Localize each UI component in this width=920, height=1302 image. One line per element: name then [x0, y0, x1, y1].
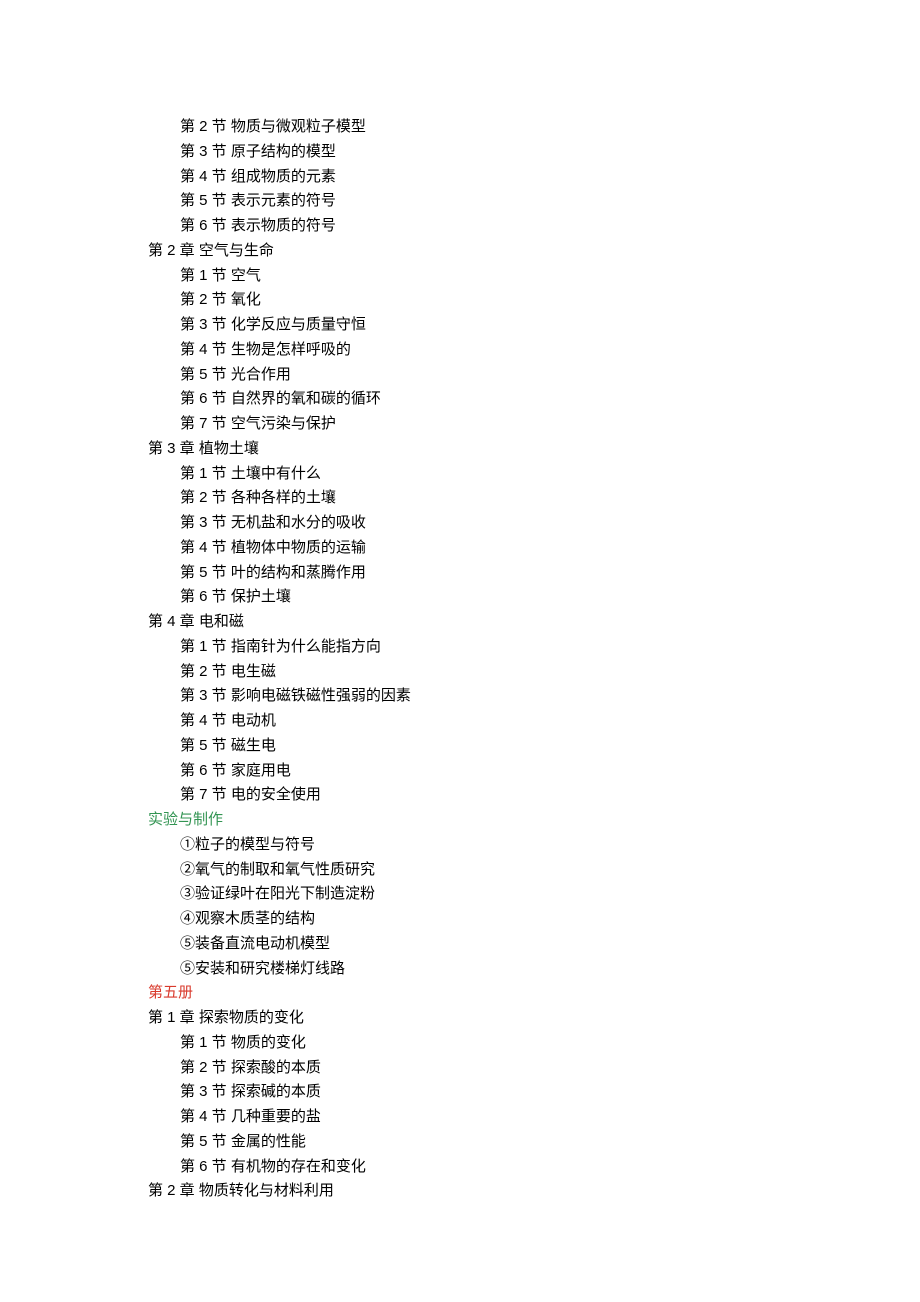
section-item: 第 6 节 自然界的氧和碳的循环 — [180, 387, 920, 412]
section-item: 第 6 节 表示物质的符号 — [180, 214, 920, 239]
section-item: 第 3 节 探索碱的本质 — [180, 1080, 920, 1105]
section-item: 第 5 节 表示元素的符号 — [180, 189, 920, 214]
section-item: 第 1 节 空气 — [180, 264, 920, 289]
chapter-title: 第 1 章 探索物质的变化 — [148, 1006, 920, 1031]
experiment-item: ④观察木质茎的结构 — [180, 907, 920, 932]
document-content: 第 2 节 物质与微观粒子模型 第 3 节 原子结构的模型 第 4 节 组成物质… — [148, 115, 920, 1204]
section-item: 第 4 节 植物体中物质的运输 — [180, 536, 920, 561]
experiment-item: ①粒子的模型与符号 — [180, 833, 920, 858]
section-item: 第 2 节 探索酸的本质 — [180, 1056, 920, 1081]
experiments-header: 实验与制作 — [148, 808, 920, 833]
section-item: 第 2 节 氧化 — [180, 288, 920, 313]
section-item: 第 4 节 电动机 — [180, 709, 920, 734]
section-item: 第 7 节 电的安全使用 — [180, 783, 920, 808]
experiment-item: ③验证绿叶在阳光下制造淀粉 — [180, 882, 920, 907]
section-item: 第 7 节 空气污染与保护 — [180, 412, 920, 437]
volume-header: 第五册 — [148, 981, 920, 1006]
section-item: 第 5 节 磁生电 — [180, 734, 920, 759]
section-item: 第 4 节 生物是怎样呼吸的 — [180, 338, 920, 363]
section-item: 第 6 节 家庭用电 — [180, 759, 920, 784]
section-item: 第 6 节 保护土壤 — [180, 585, 920, 610]
section-item: 第 5 节 光合作用 — [180, 363, 920, 388]
section-item: 第 4 节 几种重要的盐 — [180, 1105, 920, 1130]
chapter-title: 第 4 章 电和磁 — [148, 610, 920, 635]
chapter-title: 第 3 章 植物土壤 — [148, 437, 920, 462]
section-item: 第 1 节 土壤中有什么 — [180, 462, 920, 487]
section-item: 第 2 节 物质与微观粒子模型 — [180, 115, 920, 140]
section-item: 第 5 节 金属的性能 — [180, 1130, 920, 1155]
experiment-item: ②氧气的制取和氧气性质研究 — [180, 858, 920, 883]
section-item: 第 2 节 电生磁 — [180, 660, 920, 685]
section-item: 第 5 节 叶的结构和蒸腾作用 — [180, 561, 920, 586]
section-item: 第 1 节 指南针为什么能指方向 — [180, 635, 920, 660]
section-item: 第 3 节 无机盐和水分的吸收 — [180, 511, 920, 536]
section-item: 第 4 节 组成物质的元素 — [180, 165, 920, 190]
section-item: 第 3 节 原子结构的模型 — [180, 140, 920, 165]
experiment-item: ⑤装备直流电动机模型 — [180, 932, 920, 957]
section-item: 第 2 节 各种各样的土壤 — [180, 486, 920, 511]
chapter-title: 第 2 章 空气与生命 — [148, 239, 920, 264]
section-item: 第 3 节 化学反应与质量守恒 — [180, 313, 920, 338]
chapter-title: 第 2 章 物质转化与材料利用 — [148, 1179, 920, 1204]
section-item: 第 1 节 物质的变化 — [180, 1031, 920, 1056]
experiment-item: ⑤安装和研究楼梯灯线路 — [180, 957, 920, 982]
section-item: 第 6 节 有机物的存在和变化 — [180, 1155, 920, 1180]
section-item: 第 3 节 影响电磁铁磁性强弱的因素 — [180, 684, 920, 709]
